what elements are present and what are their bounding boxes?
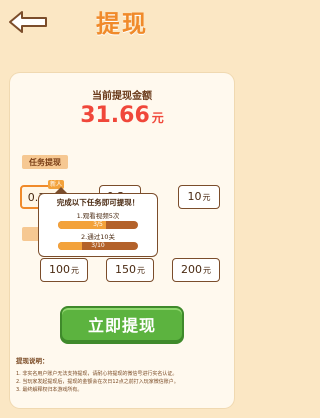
withdraw-now-button[interactable]: 立即提现: [60, 306, 184, 342]
amount-unit: 元: [137, 266, 145, 275]
notes-line: 1. 非实名用户账户无法支持提现，请耐心将提现的微信号进行实名认证。: [16, 371, 178, 377]
amount-value: 10: [187, 190, 202, 203]
amount-unit: 元: [202, 193, 211, 202]
task-section-label: 任务提现: [22, 155, 68, 169]
popup-title: 完成以下任务即可提现！: [56, 198, 140, 207]
amount-unit: 元: [71, 266, 79, 275]
notes-line: 3. 最终解释权归本游戏所有。: [16, 387, 83, 393]
big-amount-option[interactable]: 200 元: [172, 258, 220, 282]
progress-text: 3/5: [93, 221, 103, 228]
notes-title: 提现说明：: [16, 357, 49, 365]
notes-line: 2. 当玩家发起提现后，提现的金额会在次日12点之前打入玩家微信账户。: [16, 379, 179, 385]
task-progress-bar: 3/10: [58, 242, 138, 250]
balance-value: 31.66: [80, 103, 150, 128]
task-amount-option[interactable]: 10 元: [178, 185, 220, 209]
big-amount-option[interactable]: 100 元: [40, 258, 88, 282]
amount-value: 150: [115, 263, 136, 276]
page-title: 提现: [96, 10, 148, 38]
balance-amount: 31.66 元: [10, 103, 234, 128]
amount-unit: 元: [203, 266, 211, 275]
big-amount-option[interactable]: 150 元: [106, 258, 154, 282]
balance-unit: 元: [151, 111, 164, 125]
progress-text: 3/10: [91, 242, 105, 249]
amount-value: 100: [49, 263, 70, 276]
task-requirement-popup: 完成以下任务即可提现！ 1.观看视频5次 3/5 2.通过10关 3/10: [38, 187, 158, 257]
balance-label: 当前提现金额: [92, 91, 152, 102]
task-progress-bar: 3/5: [58, 221, 138, 229]
amount-value: 200: [181, 263, 202, 276]
task-item-label: 2.通过10关: [81, 233, 115, 241]
task-item-label: 1.观看视频5次: [76, 212, 120, 220]
header: 提现: [0, 0, 244, 44]
withdraw-notes: 提现说明： 1. 非实名用户账户无法支持提现，请耐心将提现的微信号进行实名认证。…: [10, 355, 234, 394]
